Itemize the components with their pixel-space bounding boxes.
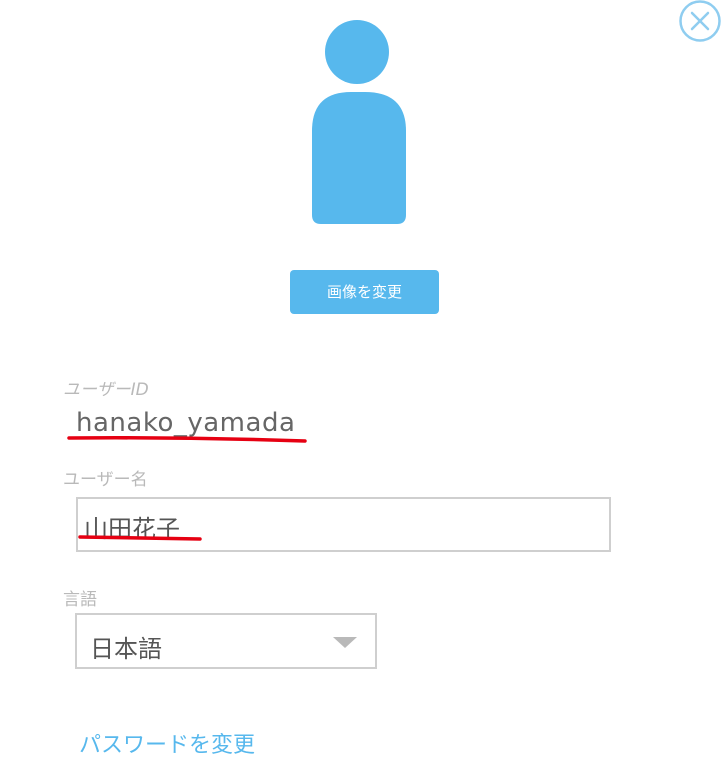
language-selected-value: 日本語 bbox=[90, 635, 162, 663]
user-avatar-icon bbox=[312, 20, 406, 224]
user-avatar bbox=[310, 19, 408, 225]
chevron-down-icon bbox=[333, 637, 357, 648]
language-select[interactable]: 日本語 bbox=[75, 613, 377, 669]
change-image-button[interactable]: 画像を変更 bbox=[290, 270, 439, 314]
change-password-link[interactable]: パスワードを変更 bbox=[79, 727, 255, 759]
user-id-label: ユーザーID bbox=[63, 380, 149, 400]
close-icon bbox=[679, 0, 721, 42]
user-name-label: ユーザー名 bbox=[63, 470, 148, 490]
red-underline-annotation bbox=[78, 535, 202, 541]
red-underline-annotation bbox=[67, 436, 307, 443]
language-label: 言語 bbox=[63, 590, 97, 610]
close-button[interactable] bbox=[679, 0, 721, 42]
profile-settings-panel: 画像を変更 ユーザーID hanako_yamada ユーザー名 山田花子 言語… bbox=[0, 0, 723, 767]
